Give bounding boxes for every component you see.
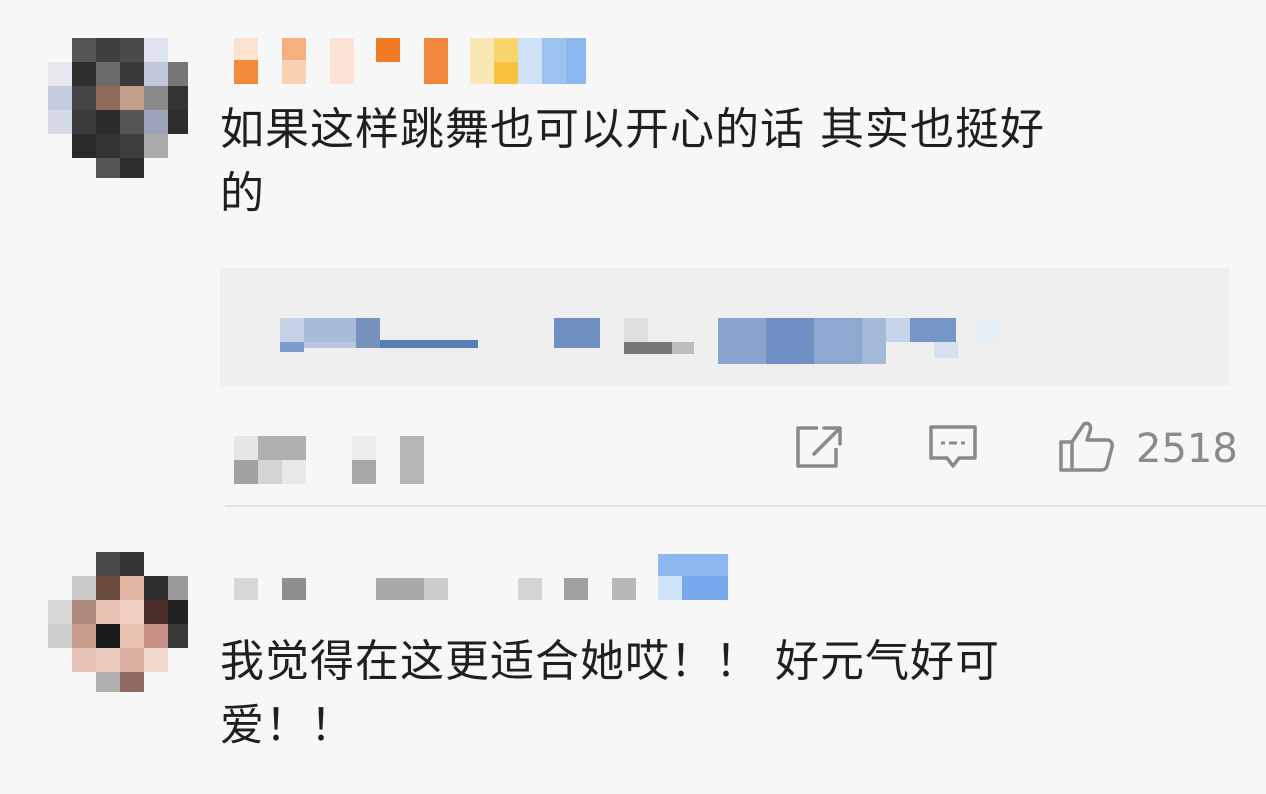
like-count: 2518	[1136, 426, 1238, 472]
timestamp	[234, 436, 424, 484]
comment-icon[interactable]	[928, 424, 978, 472]
comment-text: 如果这样跳舞也可以开心的话 其实也挺好 的	[220, 98, 1220, 226]
divider	[225, 505, 1266, 507]
avatar[interactable]	[48, 38, 188, 178]
comment-text-line: 的	[220, 168, 265, 219]
username[interactable]	[234, 38, 586, 84]
username[interactable]	[234, 554, 728, 600]
comment-feed: 如果这样跳舞也可以开心的话 其实也挺好 的 2518 我觉得在这更适合她哎！！ …	[0, 0, 1266, 794]
reply-preview[interactable]	[220, 268, 1230, 386]
avatar[interactable]	[48, 552, 188, 692]
comment-text: 我觉得在这更适合她哎！！ 好元气好可 爱！！	[220, 630, 1220, 758]
comment-text-line: 我觉得在这更适合她哎！！ 好元气好可	[220, 636, 1000, 687]
share-icon[interactable]	[794, 424, 844, 470]
thumbs-up-icon[interactable]	[1058, 420, 1116, 474]
reply-preview-content	[280, 318, 1000, 366]
comment-text-line: 如果这样跳舞也可以开心的话 其实也挺好	[220, 104, 1045, 155]
comment-text-line: 爱！！	[220, 700, 355, 751]
